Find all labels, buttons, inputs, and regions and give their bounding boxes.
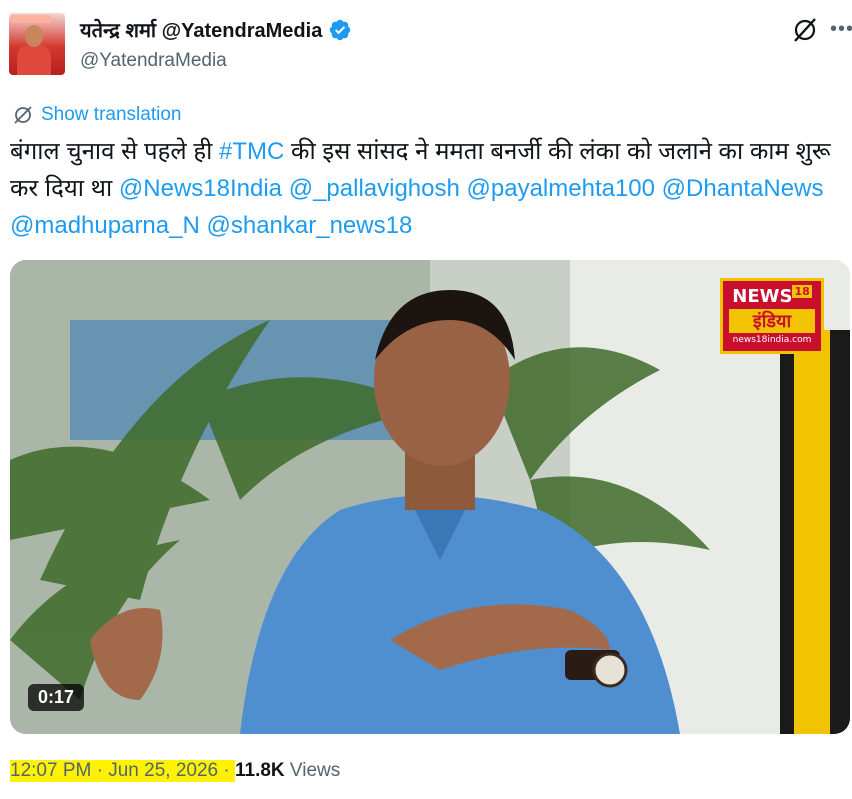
- hashtag-link[interactable]: #TMC: [219, 138, 284, 165]
- mention-link[interactable]: @madhuparna_N: [10, 212, 200, 239]
- logo-text: NEWS: [732, 286, 793, 307]
- author-row: यतेन्द्र शर्मा @YatendraMedia: [80, 16, 352, 43]
- tweet-date[interactable]: Jun 25, 2026: [108, 760, 219, 782]
- verified-badge-icon: [330, 19, 351, 40]
- avatar[interactable]: [9, 13, 65, 75]
- more-options-icon[interactable]: •••: [830, 18, 852, 41]
- mention-link[interactable]: @News18India: [119, 175, 282, 202]
- views-count[interactable]: 11.8K: [235, 760, 285, 782]
- author-handle[interactable]: @YatendraMedia: [80, 50, 227, 72]
- logo-number: 18: [792, 285, 812, 298]
- show-translation-link[interactable]: Show translation: [13, 104, 181, 126]
- mention-link[interactable]: @DhantaNews: [662, 175, 824, 202]
- logo-url: news18india.com: [732, 335, 812, 345]
- video-player[interactable]: NEWS 18 इंडिया news18india.com 0:17: [10, 260, 850, 734]
- tweet-time[interactable]: 12:07 PM: [10, 760, 92, 782]
- news18-india-logo: NEWS 18 इंडिया news18india.com: [720, 278, 824, 354]
- tweet-text-part: बंगाल चुनाव से पहले ही: [10, 138, 219, 165]
- video-duration-badge: 0:17: [28, 684, 85, 711]
- tweet-text: बंगाल चुनाव से पहले ही #TMC की इस सांसद …: [10, 133, 840, 244]
- meta-separator: ·: [218, 760, 235, 782]
- views-label: Views: [284, 760, 341, 781]
- author-display-name[interactable]: यतेन्द्र शर्मा @YatendraMedia: [80, 16, 322, 43]
- show-translation-label: Show translation: [41, 104, 182, 125]
- translate-icon: [14, 106, 32, 124]
- mention-link[interactable]: @_pallavighosh: [289, 175, 460, 202]
- mention-link[interactable]: @shankar_news18: [206, 212, 412, 239]
- logo-subtext: इंडिया: [729, 309, 815, 333]
- grok-icon[interactable]: [791, 16, 819, 44]
- tweet-meta: 12:07 PM · Jun 25, 2026 · 11.8K Views: [10, 760, 340, 782]
- mention-link[interactable]: @payalmehta100: [467, 175, 655, 202]
- meta-separator: ·: [91, 760, 109, 782]
